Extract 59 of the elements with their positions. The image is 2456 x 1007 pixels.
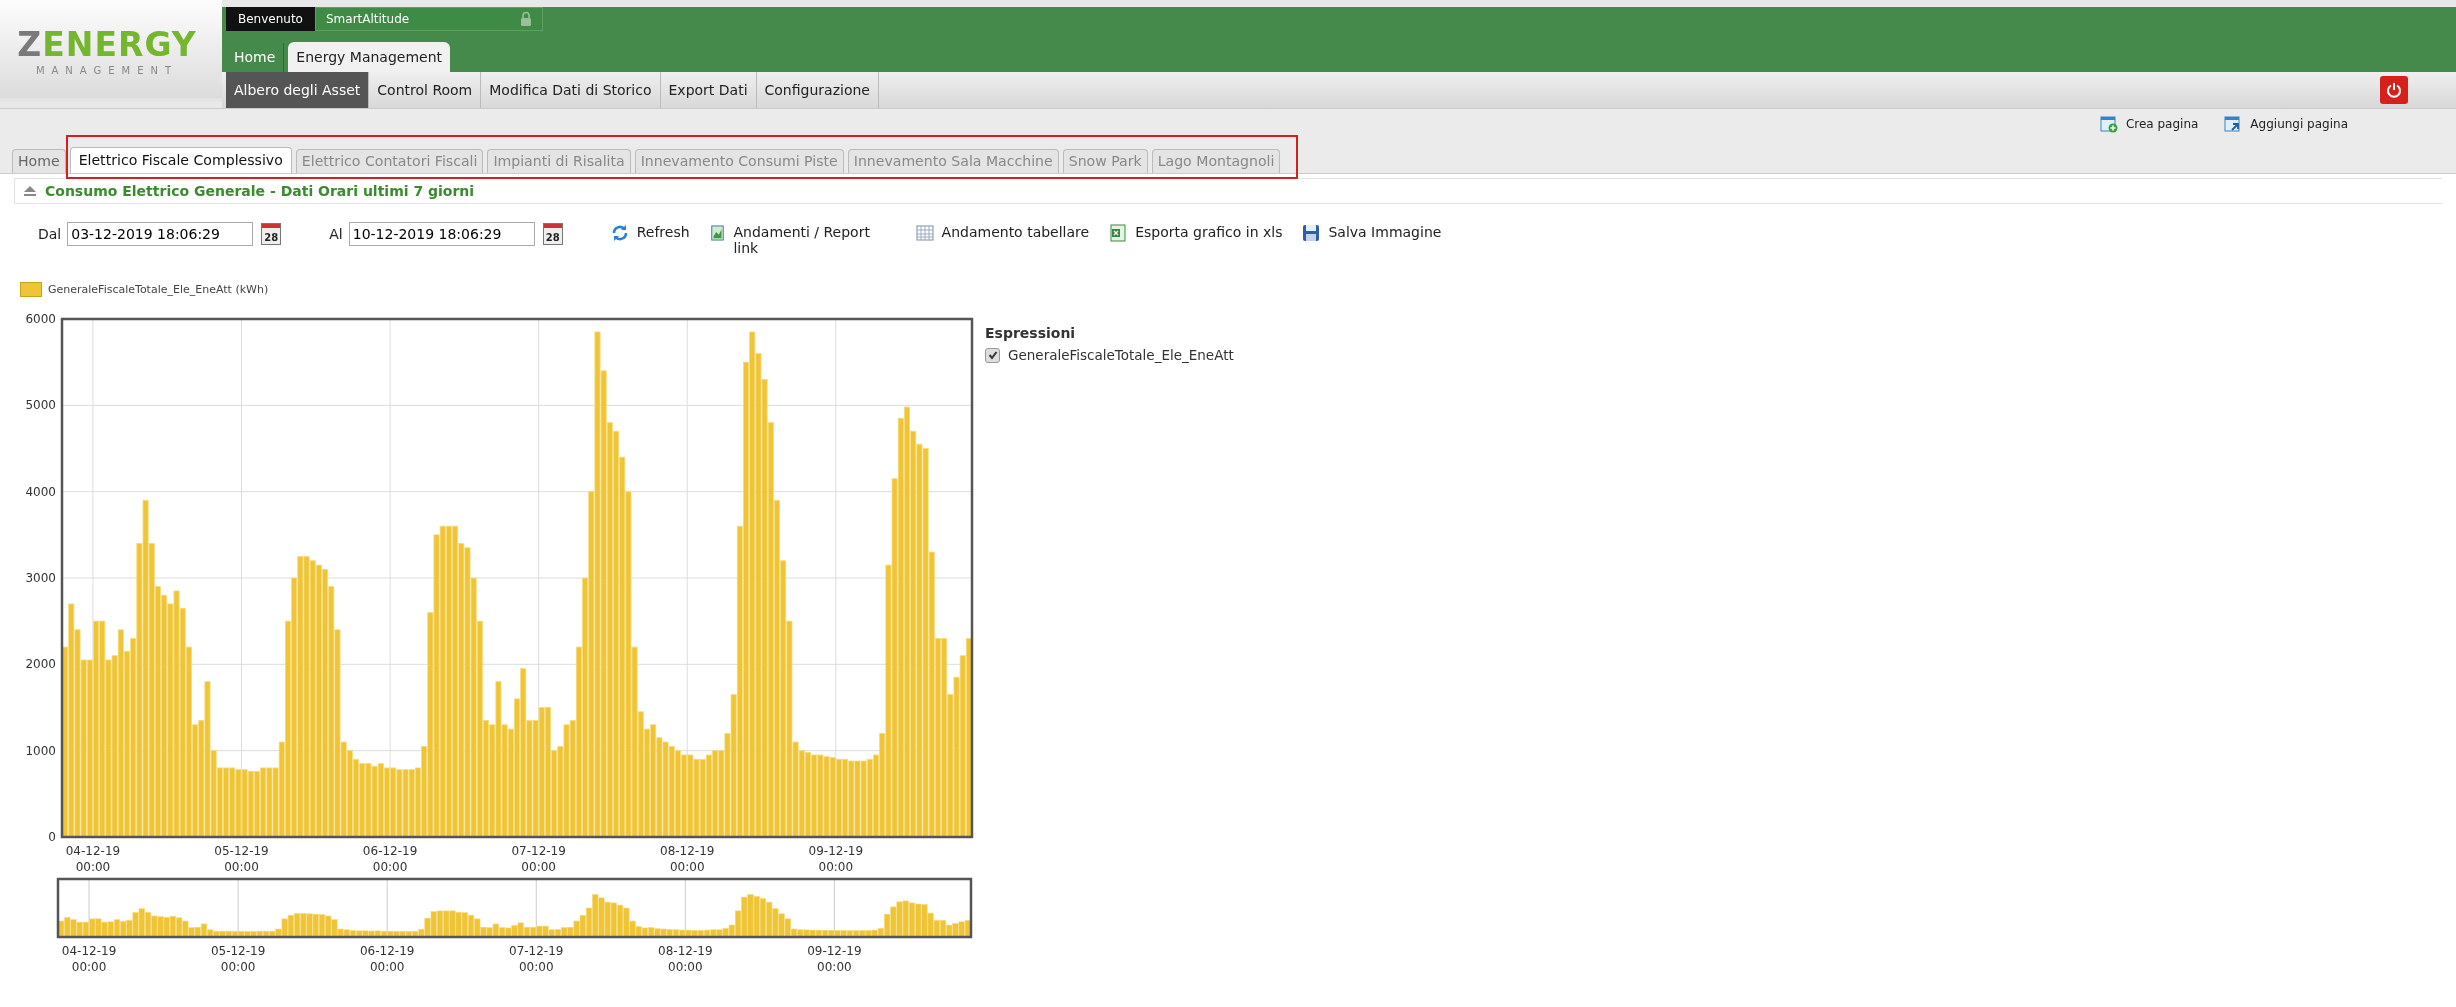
axis-label: 07-12-19 00:00 <box>509 944 564 974</box>
axis-label: 09-12-19 00:00 <box>808 844 864 874</box>
axis-label: 04-12-19 00:00 <box>65 844 121 874</box>
axis-label: 08-12-19 00:00 <box>658 944 713 974</box>
calendar-button[interactable]: 28 <box>542 223 563 245</box>
collapse-icon[interactable] <box>23 185 37 197</box>
refresh-icon <box>610 224 629 242</box>
axis-label: 5000 <box>25 398 56 413</box>
legend-swatch <box>20 282 42 297</box>
axis-label: 05-12-19 00:00 <box>214 844 269 874</box>
axis-label: 09-12-19 00:00 <box>807 944 862 974</box>
date-label: Dal <box>38 226 62 242</box>
expression-label: GeneraleFiscaleTotale_Ele_EneAtt <box>1008 347 1234 363</box>
user-name: SmartAltitude <box>325 12 410 26</box>
save-button[interactable]: Salva Immagine <box>1302 224 1442 242</box>
axis-label: 08-12-19 00:00 <box>660 844 715 874</box>
report-button[interactable]: Andamenti / Report link <box>709 224 880 256</box>
axis-label: 6000 <box>25 312 56 326</box>
table-icon <box>915 224 934 242</box>
axis-label: 04-12-19 00:00 <box>61 944 117 974</box>
axis-label: 06-12-19 00:00 <box>362 844 418 874</box>
menu-item[interactable]: Export Dati <box>660 72 757 108</box>
axis-label: 4000 <box>25 484 56 499</box>
refresh-button[interactable]: Refresh <box>610 224 690 242</box>
calendar-button[interactable]: 28 <box>261 223 282 245</box>
axis-label: 06-12-19 00:00 <box>359 944 415 974</box>
logo: ZENERGY MANAGEMENT <box>16 28 198 76</box>
expressions-title: Espressioni <box>985 325 1077 341</box>
menu-item[interactable]: Albero degli Asset <box>226 72 370 108</box>
main-tab[interactable]: Energy Management <box>288 42 451 72</box>
save-icon <box>1302 224 1321 242</box>
add-page-button[interactable]: Aggiungi pagina <box>2224 115 2348 133</box>
axis-label: 2000 <box>25 657 56 672</box>
excel-button[interactable]: Esporta grafico in xls <box>1109 224 1283 242</box>
window-plus-icon <box>2099 115 2118 133</box>
create-page-button[interactable]: Crea pagina <box>2099 115 2199 133</box>
power-button[interactable] <box>2380 76 2408 104</box>
power-icon <box>2386 82 2402 98</box>
axis-label: 3000 <box>25 571 56 585</box>
menu-item[interactable]: Control Room <box>369 72 482 108</box>
checkbox[interactable] <box>985 347 1000 363</box>
axis-label: 0 <box>48 830 56 844</box>
lock-icon <box>519 11 532 27</box>
greeting-label: Benvenuto <box>226 7 315 31</box>
legend-label: GeneraleFiscaleTotale_Ele_EneAtt (kWh) <box>48 283 269 296</box>
chart-icon <box>709 224 726 242</box>
date-field[interactable]: 10-12-2019 18:06:29 <box>348 222 535 246</box>
page-tab[interactable]: Home <box>12 149 66 173</box>
page-tab[interactable]: Elettrico Fiscale Complessivo <box>69 147 292 173</box>
menu-item[interactable]: Configurazione <box>756 72 879 108</box>
table-button[interactable]: Andamento tabellare <box>915 224 1090 242</box>
axis-label: 07-12-19 00:00 <box>511 844 566 874</box>
spreadsheet-icon <box>1109 224 1128 242</box>
date-field[interactable]: 03-12-2019 18:06:29 <box>67 222 254 246</box>
menu-item[interactable]: Modifica Dati di Storico <box>481 72 661 108</box>
date-label: Al <box>329 226 343 242</box>
axis-label: 1000 <box>25 743 56 758</box>
axis-label: 05-12-19 00:00 <box>210 944 266 974</box>
panel-title: Consumo Elettrico Generale - Dati Orari ultimi 7 giorni <box>45 183 475 199</box>
